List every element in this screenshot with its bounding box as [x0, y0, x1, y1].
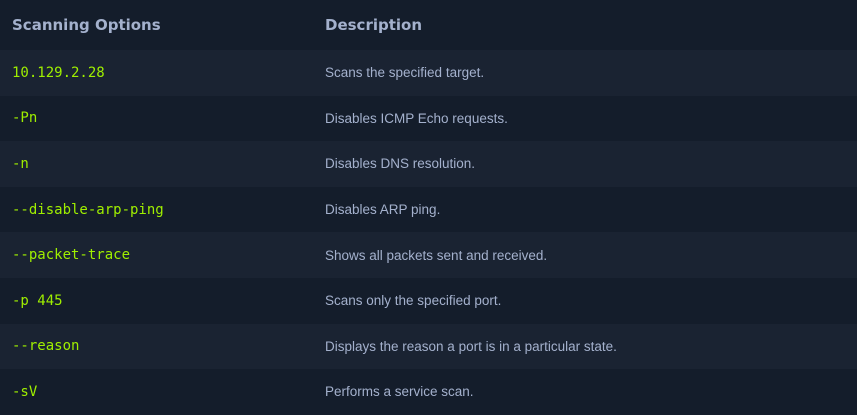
option-cell: -p 445	[12, 292, 63, 309]
header-description: Description	[325, 16, 423, 34]
table-row: -sV Performs a service scan.	[0, 369, 857, 415]
table-row: -p 445 Scans only the specified port.	[0, 277, 857, 324]
description-cell: Disables DNS resolution.	[325, 156, 476, 172]
table-header: Scanning Options Description	[0, 0, 857, 50]
table-row: --disable-arp-ping Disables ARP ping.	[0, 186, 857, 233]
option-cell: --disable-arp-ping	[12, 201, 164, 218]
option-cell: -n	[12, 155, 29, 172]
description-cell: Disables ICMP Echo requests.	[325, 110, 508, 126]
table-row: -Pn Disables ICMP Echo requests.	[0, 95, 857, 142]
description-cell: Scans the specified target.	[325, 65, 485, 81]
option-cell: --packet-trace	[12, 247, 131, 264]
table-row: --reason Displays the reason a port is i…	[0, 323, 857, 370]
option-cell: --reason	[12, 338, 80, 355]
description-cell: Shows all packets sent and received.	[325, 247, 548, 263]
description-cell: Scans only the specified port.	[325, 293, 502, 309]
option-cell: -sV	[12, 383, 38, 400]
option-cell: -Pn	[12, 110, 38, 127]
header-scanning-options: Scanning Options	[12, 16, 161, 34]
scanning-options-table: Scanning Options Description 10.129.2.28…	[0, 0, 857, 415]
description-cell: Performs a service scan.	[325, 384, 474, 400]
table-row: -n Disables DNS resolution.	[0, 141, 857, 187]
table-row: 10.129.2.28 Scans the specified target.	[0, 50, 857, 96]
table-row: --packet-trace Shows all packets sent an…	[0, 232, 857, 278]
description-cell: Disables ARP ping.	[325, 202, 441, 218]
table-body: 10.129.2.28 Scans the specified target. …	[0, 50, 857, 415]
description-cell: Displays the reason a port is in a parti…	[325, 338, 617, 354]
option-cell: 10.129.2.28	[12, 64, 105, 81]
